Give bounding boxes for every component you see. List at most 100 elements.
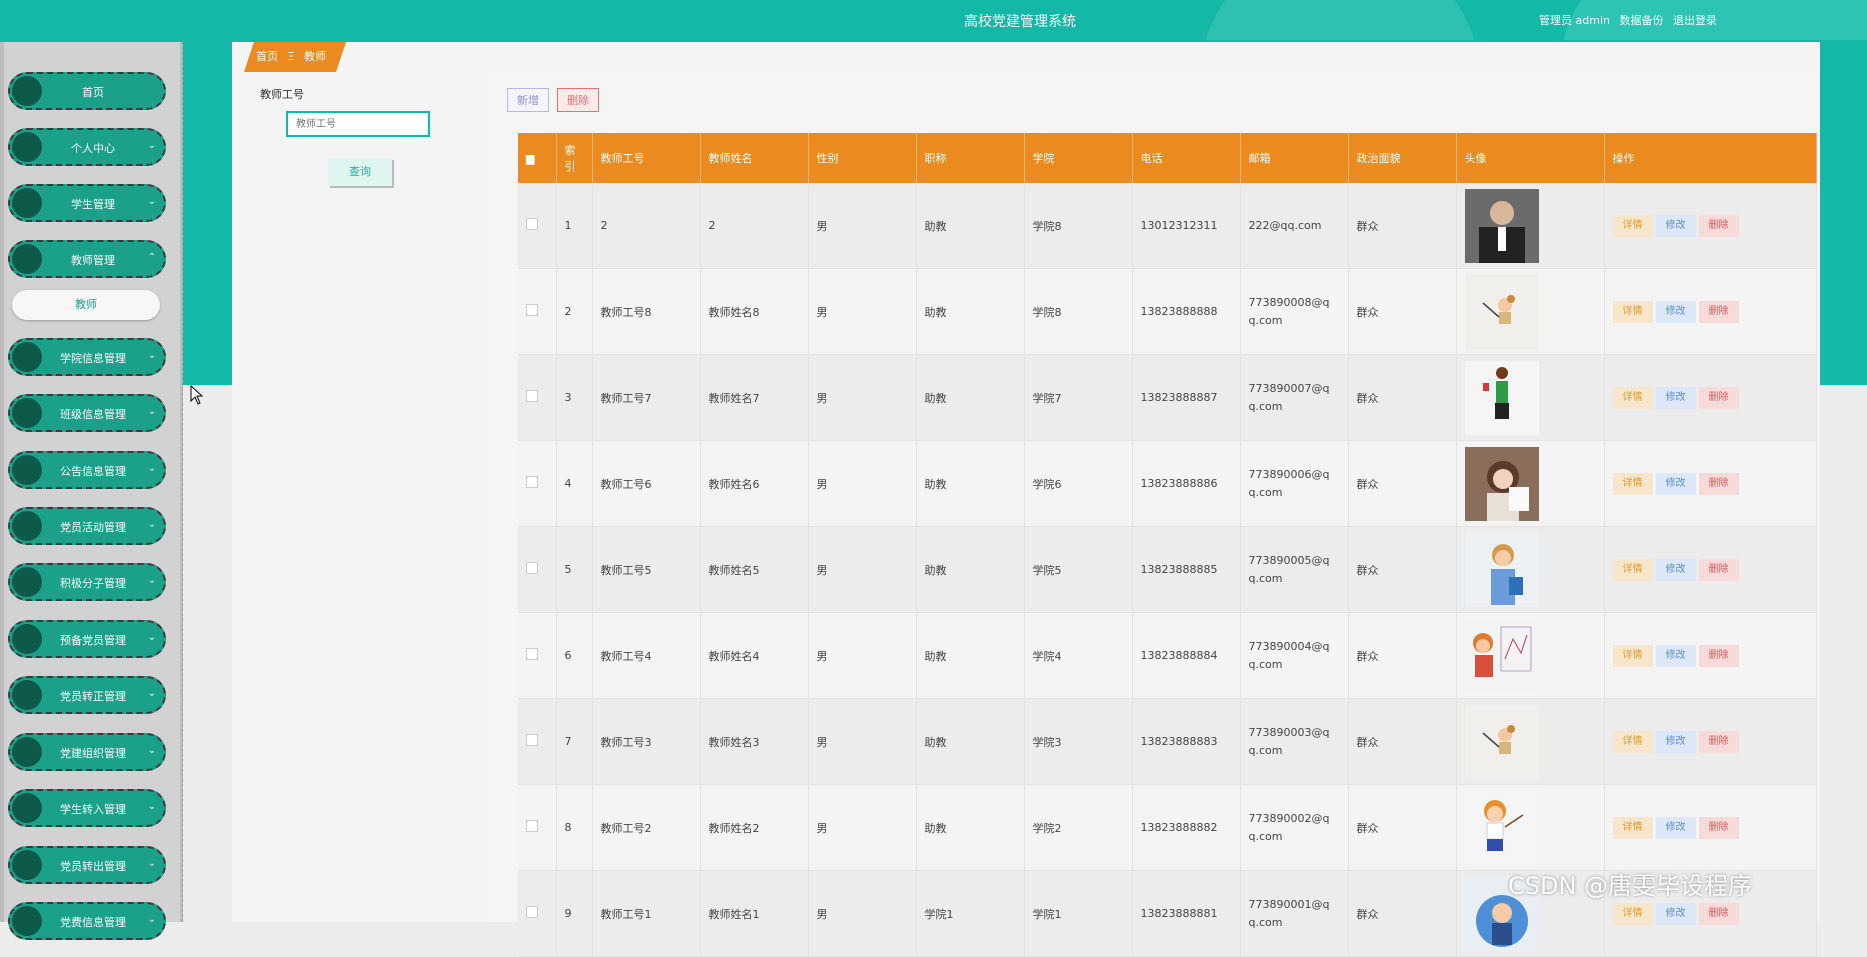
- sidebar-item-12[interactable]: 学生转入管理 ⌄: [8, 789, 166, 827]
- sex-cell: 男: [808, 784, 917, 871]
- menu-dot-icon: [12, 76, 42, 106]
- table-row[interactable]: 6 教师工号4 教师姓名4 男助教 学院4 13823888884 773890004@qq…: [518, 612, 1817, 699]
- table-row[interactable]: 1 2 2 男助教 学院8 13012312311 222@qq.com 群众 详情 修改 删除: [518, 183, 1817, 269]
- edit-button[interactable]: 修改: [1655, 902, 1696, 925]
- row-delete-button[interactable]: 删除: [1698, 214, 1739, 237]
- search-button[interactable]: 查询: [328, 158, 392, 186]
- row-checkbox-cell[interactable]: [518, 526, 557, 613]
- sidebar-item-8[interactable]: 积极分子管理 ⌄: [8, 563, 166, 601]
- table-row[interactable]: 2 教师工号8 教师姓名8 男助教 学院8 13823888888 773890008@qq…: [518, 268, 1817, 355]
- political-cell: 群众: [1348, 526, 1457, 613]
- detail-button[interactable]: 详情: [1612, 472, 1653, 495]
- sidebar-item-11[interactable]: 党建组织管理 ⌄: [8, 733, 166, 771]
- actions-cell: 详情 修改 删除: [1604, 698, 1817, 785]
- sidebar-item-14[interactable]: 党费信息管理 ⌄: [8, 902, 166, 940]
- sidebar-item-2[interactable]: 学生管理 ⌄: [8, 184, 166, 222]
- avatar: [1464, 274, 1539, 349]
- sidebar-item-label: 个人中心: [71, 142, 115, 155]
- row-checkbox-cell[interactable]: [518, 268, 557, 355]
- sidebar-item-6[interactable]: 公告信息管理 ⌄: [8, 451, 166, 489]
- detail-button[interactable]: 详情: [1612, 816, 1653, 839]
- phone-cell: 13823888886: [1132, 440, 1241, 527]
- row-checkbox[interactable]: [526, 218, 538, 230]
- row-delete-button[interactable]: 删除: [1698, 300, 1739, 323]
- table-row[interactable]: 7 教师工号3 教师姓名3 男助教 学院3 13823888883 773890003@qq…: [518, 698, 1817, 785]
- detail-button[interactable]: 详情: [1612, 386, 1653, 409]
- edit-button[interactable]: 修改: [1655, 558, 1696, 581]
- table-row[interactable]: 8 教师工号2 教师姓名2 男助教 学院2 13823888882 773890002@qq…: [518, 784, 1817, 871]
- search-input[interactable]: [286, 111, 430, 137]
- chevron-icon: ⌄: [147, 196, 156, 207]
- menu-dot-icon: [12, 850, 42, 880]
- detail-button[interactable]: 详情: [1612, 730, 1653, 753]
- detail-button[interactable]: 详情: [1612, 558, 1653, 581]
- row-checkbox[interactable]: [526, 906, 538, 918]
- table-row[interactable]: 4 教师工号6 教师姓名6 男助教 学院6 13823888886 773890006@qq…: [518, 440, 1817, 527]
- sidebar-item-label: 首页: [82, 86, 104, 99]
- title-cell: 助教: [916, 612, 1025, 699]
- edit-button[interactable]: 修改: [1655, 816, 1696, 839]
- sidebar-item-4[interactable]: 学院信息管理 ⌄: [8, 338, 166, 376]
- email-cell: 773890004@qq.com: [1240, 612, 1349, 699]
- edit-button[interactable]: 修改: [1655, 644, 1696, 667]
- row-checkbox[interactable]: [526, 562, 538, 574]
- row-checkbox-cell[interactable]: [518, 612, 557, 699]
- row-checkbox-cell[interactable]: [518, 440, 557, 527]
- college-cell: 学院8: [1024, 183, 1133, 269]
- detail-button[interactable]: 详情: [1612, 300, 1653, 323]
- edit-button[interactable]: 修改: [1655, 386, 1696, 409]
- teacher-table: ▆ 索引 教师工号 教师姓名 性别 职称 学院 电话 邮箱 政治面貌 头像 操作 1 2 2 男助教 学院8 1…: [518, 133, 1817, 957]
- row-checkbox[interactable]: [526, 304, 538, 316]
- row-delete-button[interactable]: 删除: [1698, 386, 1739, 409]
- menu-dot-icon: [12, 455, 42, 485]
- detail-button[interactable]: 详情: [1612, 214, 1653, 237]
- row-checkbox-cell[interactable]: [518, 354, 557, 441]
- teacher-no-cell: 教师工号5: [592, 526, 701, 613]
- row-checkbox[interactable]: [526, 390, 538, 402]
- teacher-name-cell: 教师姓名5: [700, 526, 809, 613]
- row-delete-button[interactable]: 删除: [1698, 902, 1739, 925]
- political-cell: 群众: [1348, 268, 1457, 355]
- actions-cell: 详情 修改 删除: [1604, 183, 1817, 269]
- add-button[interactable]: 新增: [507, 88, 549, 112]
- breadcrumb-bar: 首页 Ξ 教师: [232, 42, 1820, 72]
- backup-link[interactable]: 数据备份: [1620, 14, 1664, 27]
- edit-button[interactable]: 修改: [1655, 730, 1696, 753]
- detail-button[interactable]: 详情: [1612, 644, 1653, 667]
- table-row[interactable]: 5 教师工号5 教师姓名5 男助教 学院5 13823888885 773890005@qq…: [518, 526, 1817, 613]
- logout-link[interactable]: 退出登录: [1673, 14, 1717, 27]
- sidebar-item-9[interactable]: 预备党员管理 ⌄: [8, 620, 166, 658]
- sidebar-item-0[interactable]: 首页: [8, 72, 166, 110]
- row-delete-button[interactable]: 删除: [1698, 730, 1739, 753]
- edit-button[interactable]: 修改: [1655, 214, 1696, 237]
- edit-button[interactable]: 修改: [1655, 472, 1696, 495]
- row-checkbox[interactable]: [526, 648, 538, 660]
- delete-button[interactable]: 删除: [557, 88, 599, 112]
- menu-dot-icon: [12, 398, 42, 428]
- row-checkbox[interactable]: [526, 476, 538, 488]
- breadcrumb-home[interactable]: 首页: [256, 50, 278, 63]
- row-delete-button[interactable]: 删除: [1698, 472, 1739, 495]
- row-delete-button[interactable]: 删除: [1698, 644, 1739, 667]
- detail-button[interactable]: 详情: [1612, 902, 1653, 925]
- row-delete-button[interactable]: 删除: [1698, 816, 1739, 839]
- edit-button[interactable]: 修改: [1655, 300, 1696, 323]
- avatar-cell: [1456, 526, 1605, 613]
- sidebar-item-3[interactable]: 教师管理 ⌃: [8, 240, 166, 278]
- table-row[interactable]: 3 教师工号7 教师姓名7 男助教 学院7 13823888887 773890007@qq…: [518, 354, 1817, 441]
- row-checkbox-cell[interactable]: [518, 870, 557, 957]
- sidebar-item-5[interactable]: 班级信息管理 ⌄: [8, 394, 166, 432]
- column-header: 电话: [1132, 133, 1241, 183]
- row-checkbox-cell[interactable]: [518, 784, 557, 871]
- sidebar-item-label: 学生转入管理: [60, 803, 126, 816]
- row-checkbox[interactable]: [526, 820, 538, 832]
- sidebar-item-10[interactable]: 党员转正管理 ⌄: [8, 676, 166, 714]
- row-delete-button[interactable]: 删除: [1698, 558, 1739, 581]
- row-checkbox-cell[interactable]: [518, 183, 557, 269]
- sidebar-item-13[interactable]: 党员转出管理 ⌄: [8, 846, 166, 884]
- sidebar-item-7[interactable]: 党员活动管理 ⌄: [8, 507, 166, 545]
- sidebar-item-1[interactable]: 个人中心 ⌄: [8, 128, 166, 166]
- row-checkbox-cell[interactable]: [518, 698, 557, 785]
- row-checkbox[interactable]: [526, 734, 538, 746]
- sidebar-subitem-teacher[interactable]: 教师: [12, 290, 160, 320]
